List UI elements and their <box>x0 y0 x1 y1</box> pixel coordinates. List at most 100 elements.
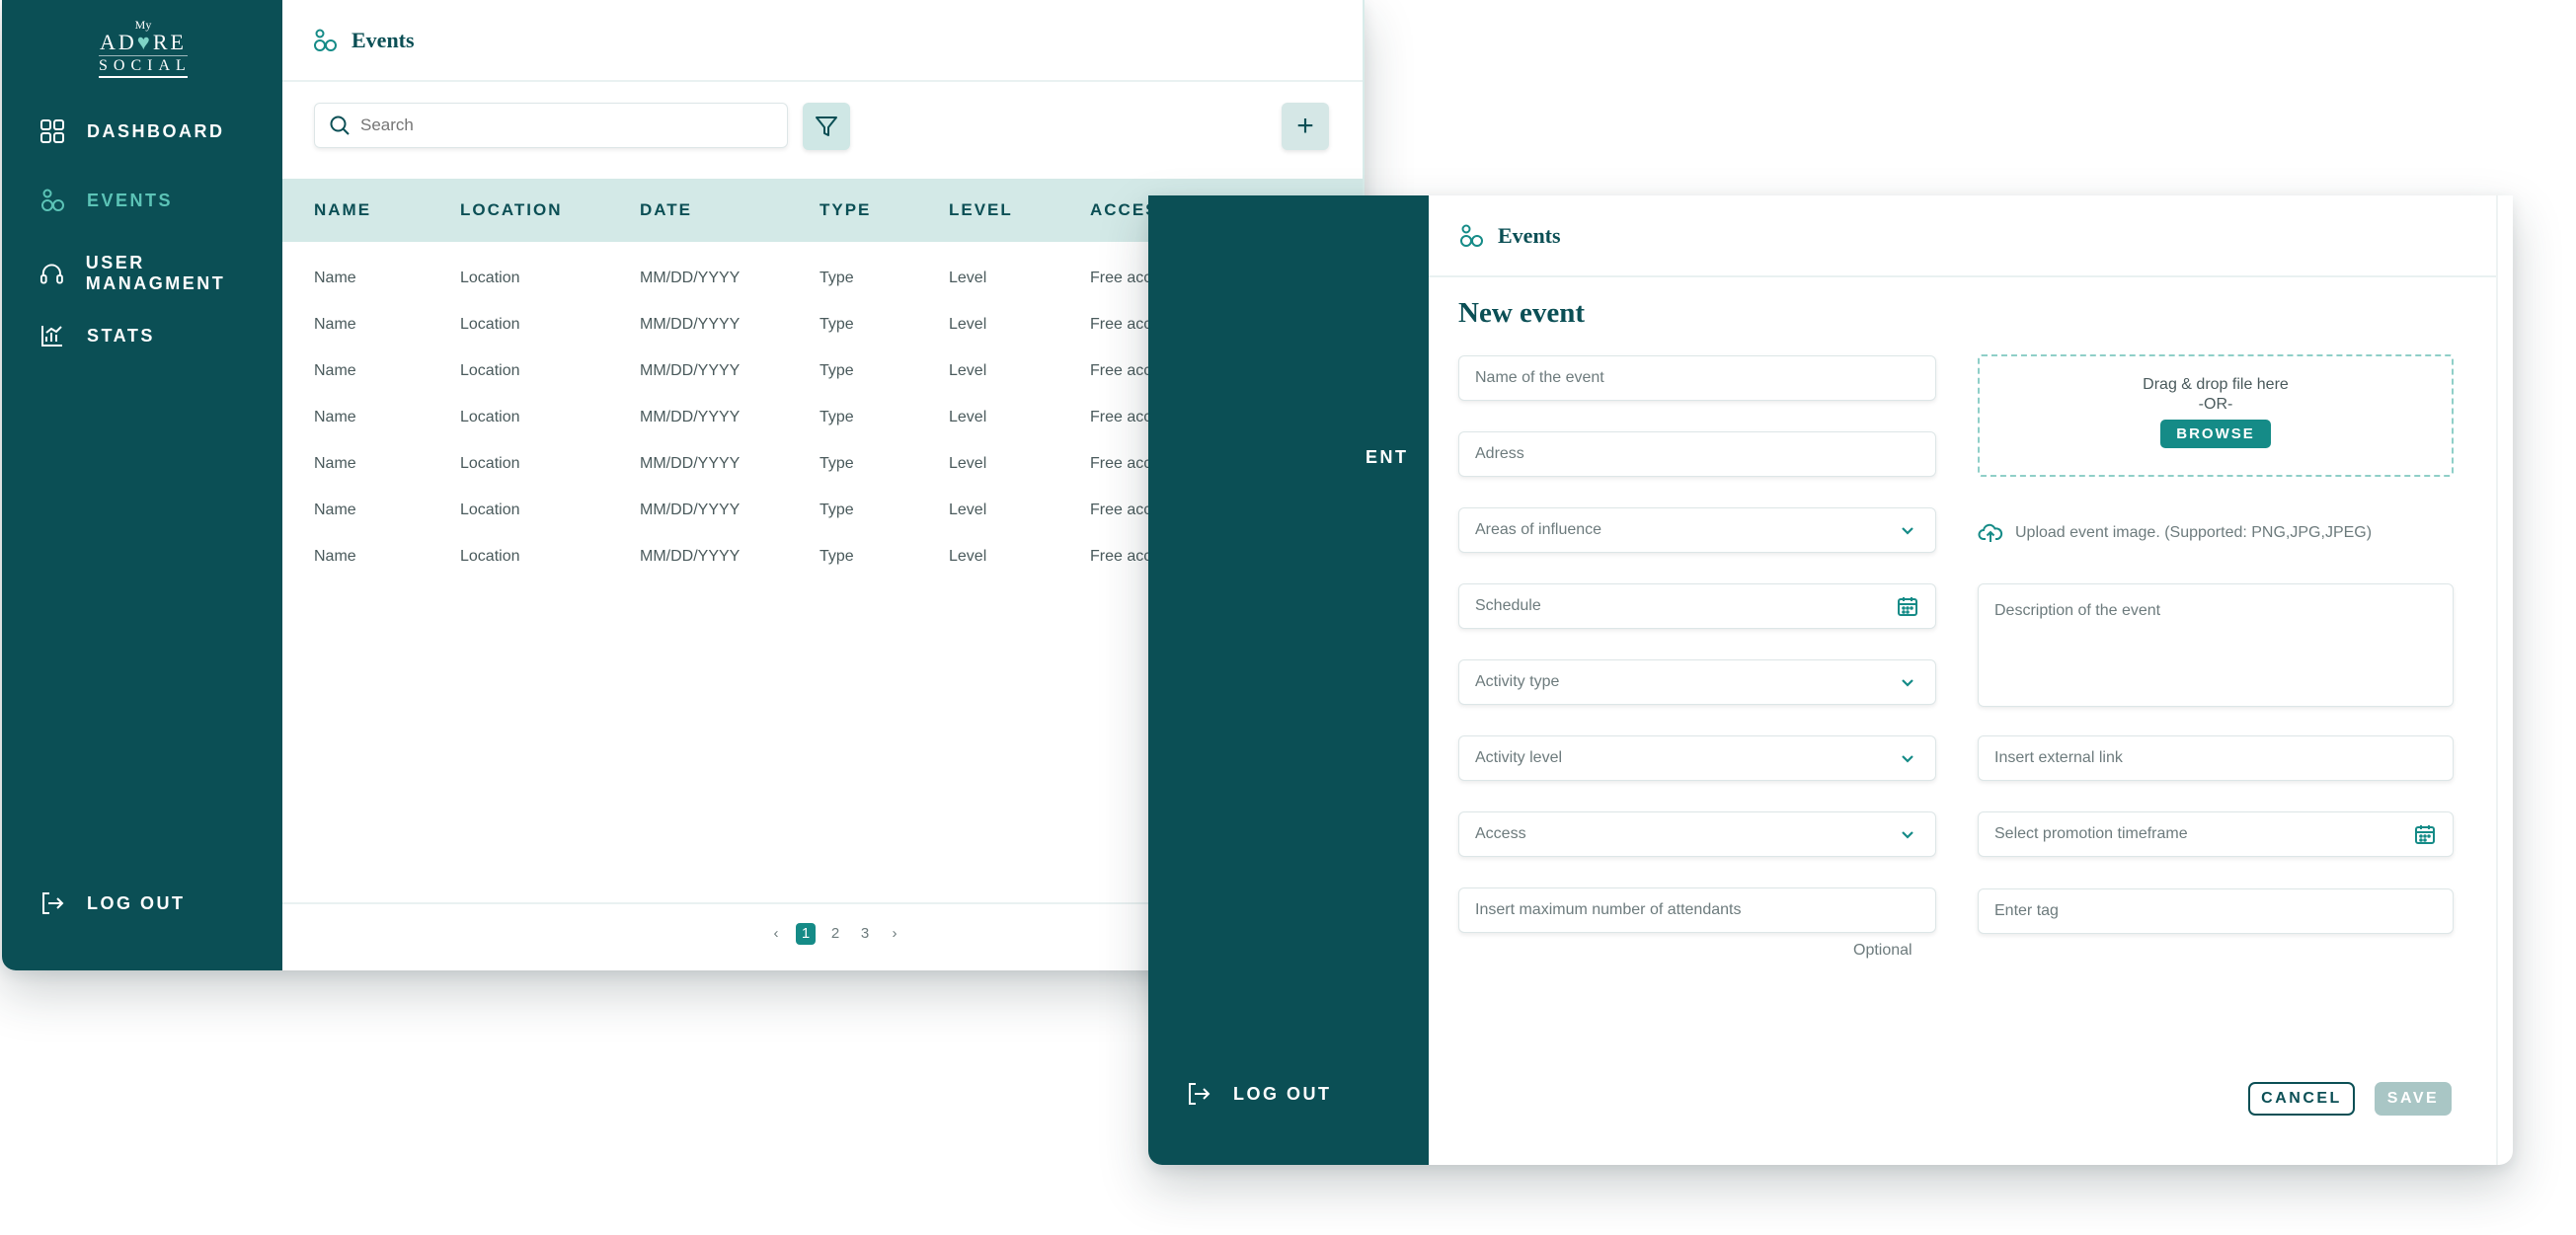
calendar-icon[interactable] <box>2413 822 2437 846</box>
table-cell: Type <box>820 362 854 379</box>
table-cell: Type <box>820 502 854 518</box>
cloud-upload-icon <box>1978 523 2003 542</box>
image-dropzone[interactable]: Drag & drop file here -OR- BROWSE <box>1978 354 2454 477</box>
table-cell: Type <box>820 455 854 472</box>
table-cell: Level <box>949 409 987 425</box>
search-box[interactable] <box>314 103 788 148</box>
pagination-next[interactable]: › <box>885 923 904 945</box>
logout-button[interactable]: LOG OUT <box>1186 1081 1332 1107</box>
new-event-window: ENT LOG OUT Events New event Name of the… <box>1148 195 2513 1165</box>
sidebar-item-user-managment-peek[interactable]: ENT <box>1366 447 1409 468</box>
table-cell: MM/DD/YYYY <box>640 316 741 333</box>
table-cell: MM/DD/YYYY <box>640 362 741 379</box>
filter-button[interactable] <box>803 103 850 150</box>
page-header: Events <box>1429 195 2496 277</box>
table-cell: MM/DD/YYYY <box>640 270 741 286</box>
events-icon <box>41 189 64 211</box>
table-cell: Level <box>949 502 987 518</box>
table-cell: Name <box>314 455 356 472</box>
dropzone-or: -OR- <box>2198 396 2233 413</box>
filter-icon <box>816 116 837 136</box>
logo: My AD♥RE SOCIAL <box>99 18 188 78</box>
sidebar-item-dashboard[interactable]: DASHBOARD <box>39 118 225 144</box>
pagination-page-2[interactable]: 2 <box>825 923 845 945</box>
field-placeholder: Select promotion timeframe <box>1994 825 2188 842</box>
pagination-page-3[interactable]: 3 <box>855 923 875 945</box>
stats-chart-icon <box>41 326 62 347</box>
logout-icon <box>42 892 64 914</box>
table-cell: Name <box>314 316 356 333</box>
dropzone-text: Drag & drop file here <box>2143 376 2289 393</box>
form-title: New event <box>1458 297 1586 329</box>
grid-icon <box>40 119 64 143</box>
insert-external-link-field[interactable]: Insert external link <box>1978 735 2454 781</box>
field-placeholder: Name of the event <box>1475 369 1604 386</box>
new-event-main: Events New event Name of the event Adress… <box>1429 195 2498 1165</box>
page-title: Events <box>1498 222 1561 248</box>
field-placeholder: Insert maximum number of attendants <box>1475 901 1742 918</box>
table-cell: MM/DD/YYYY <box>640 548 741 565</box>
column-header[interactable]: LOCATION <box>460 179 563 242</box>
table-cell: Location <box>460 270 520 286</box>
table-cell: Level <box>949 316 987 333</box>
table-cell: Location <box>460 548 520 565</box>
save-button[interactable]: SAVE <box>2375 1082 2452 1116</box>
pagination-page-1[interactable]: 1 <box>796 923 816 945</box>
chevron-down-icon <box>1902 527 1913 535</box>
pagination: ‹ 1 2 3 › <box>766 923 904 945</box>
activity-type-select[interactable]: Activity type <box>1458 659 1936 705</box>
description-textarea[interactable]: Description of the event <box>1978 583 2454 707</box>
column-header[interactable]: TYPE <box>820 179 871 242</box>
activity-level-select[interactable]: Activity level <box>1458 735 1936 781</box>
sidebar-item-user-managment[interactable]: USER MANAGMENT <box>39 253 282 294</box>
field-placeholder: Access <box>1475 825 1526 842</box>
page-header: Events <box>282 0 1363 82</box>
sidebar-item-stats[interactable]: STATS <box>39 323 155 348</box>
field-placeholder: Adress <box>1475 445 1524 462</box>
table-cell: Level <box>949 362 987 379</box>
table-cell: Type <box>820 270 854 286</box>
select-promotion-timeframe-field[interactable]: Select promotion timeframe <box>1978 811 2454 857</box>
logout-button[interactable]: LOG OUT <box>39 890 186 916</box>
insert-maximum-number-of-attendants-field[interactable]: Insert maximum number of attendants <box>1458 888 1936 933</box>
calendar-icon[interactable] <box>1896 594 1919 618</box>
enter-tag-field[interactable]: Enter tag <box>1978 888 2454 934</box>
name-of-the-event-field[interactable]: Name of the event <box>1458 355 1936 401</box>
table-cell: MM/DD/YYYY <box>640 409 741 425</box>
table-cell: Level <box>949 270 987 286</box>
table-cell: Type <box>820 316 854 333</box>
column-header[interactable]: DATE <box>640 179 692 242</box>
headset-icon <box>39 264 63 284</box>
table-cell: Location <box>460 409 520 425</box>
table-cell: Location <box>460 455 520 472</box>
logout-icon <box>1189 1083 1210 1105</box>
table-cell: Location <box>460 502 520 518</box>
chevron-down-icon <box>1902 831 1913 839</box>
pagination-prev[interactable]: ‹ <box>766 923 786 945</box>
search-icon <box>330 116 350 135</box>
column-header[interactable]: NAME <box>314 179 371 242</box>
add-event-button[interactable]: + <box>1282 103 1329 150</box>
table-cell: Name <box>314 548 356 565</box>
table-cell: MM/DD/YYYY <box>640 455 741 472</box>
table-cell: Type <box>820 548 854 565</box>
access-select[interactable]: Access <box>1458 811 1936 857</box>
table-cell: Level <box>949 548 987 565</box>
column-header[interactable]: LEVEL <box>949 179 1013 242</box>
field-placeholder: Activity level <box>1475 749 1563 766</box>
table-cell: MM/DD/YYYY <box>640 502 741 518</box>
table-cell: Name <box>314 409 356 425</box>
schedule-field[interactable]: Schedule <box>1458 583 1936 629</box>
upload-note: Upload event image. (Supported: PNG,JPG,… <box>1978 520 2372 546</box>
events-icon <box>1460 224 1483 247</box>
cancel-button[interactable]: CANCEL <box>2248 1082 2355 1116</box>
browse-button[interactable]: BROWSE <box>2160 420 2271 448</box>
page-title: Events <box>351 27 415 52</box>
sidebar-item-events[interactable]: EVENTS <box>39 188 173 213</box>
areas-of-influence-select[interactable]: Areas of influence <box>1458 507 1936 553</box>
search-input[interactable] <box>360 116 755 135</box>
events-icon <box>314 29 337 51</box>
adress-field[interactable]: Adress <box>1458 431 1936 477</box>
field-placeholder: Schedule <box>1475 597 1541 614</box>
heart-icon: ♥ <box>136 30 153 54</box>
